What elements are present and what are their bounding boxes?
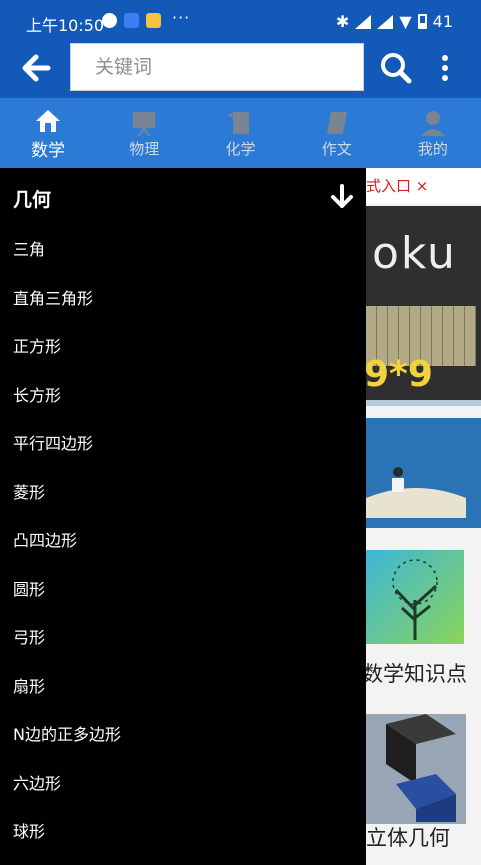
tab-label: 数学 bbox=[31, 140, 66, 161]
wifi-icon: ▼ bbox=[399, 12, 412, 31]
scroll-icon bbox=[323, 108, 351, 136]
tab-physics[interactable]: 物理 bbox=[96, 98, 192, 168]
solid-geometry-image[interactable] bbox=[366, 714, 466, 824]
category-tabs: 数学 物理 化学 作文 我的 bbox=[0, 98, 481, 168]
notice-banner[interactable]: 式入口 × bbox=[366, 168, 481, 204]
status-right: ✱ ▼ 41 bbox=[336, 12, 453, 31]
mail-notification-icon bbox=[124, 13, 139, 28]
card-title: oku bbox=[372, 228, 457, 279]
battery-icon bbox=[417, 14, 427, 29]
drawer-item[interactable]: 平行四边形 bbox=[0, 420, 366, 469]
category-drawer: 几何 三角 直角三角形 正方形 长方形 平行四边形 菱形 凸四边形 圆形 弓形 扇形 N边的正多边形… bbox=[0, 168, 366, 865]
tab-label: 作文 bbox=[321, 139, 352, 158]
math-tree-image[interactable] bbox=[366, 550, 464, 644]
main-content: 式入口 × oku 9*9 数学知识点 立体几何 bbox=[366, 168, 481, 865]
tab-essay[interactable]: 作文 bbox=[289, 98, 385, 168]
battery-level: 41 bbox=[432, 12, 453, 31]
drawer-item[interactable]: 正方形 bbox=[0, 323, 366, 372]
drawer-item[interactable]: 凸四边形 bbox=[0, 517, 366, 566]
card-subtitle: 9*9 bbox=[366, 354, 433, 395]
drawer-title: 几何 bbox=[13, 189, 52, 211]
search-field[interactable] bbox=[70, 43, 364, 91]
drawer-item[interactable]: 菱形 bbox=[0, 469, 366, 518]
more-notifications-icon: ··· bbox=[172, 8, 191, 27]
drawer-item[interactable]: 弓形 bbox=[0, 614, 366, 663]
signal-icon bbox=[355, 14, 372, 29]
drawer-item[interactable]: 圆形 bbox=[0, 566, 366, 615]
tab-chemistry[interactable]: 化学 bbox=[192, 98, 288, 168]
tab-math[interactable]: 数学 bbox=[0, 98, 96, 168]
drawer-item[interactable]: 直角三角形 bbox=[0, 275, 366, 324]
reading-card-image[interactable] bbox=[366, 418, 481, 528]
flask-icon bbox=[227, 108, 255, 136]
chat-notification-icon bbox=[146, 13, 161, 28]
card-divider bbox=[366, 400, 481, 406]
tab-mine[interactable]: 我的 bbox=[385, 98, 481, 168]
person-icon bbox=[419, 108, 447, 136]
search-header bbox=[0, 42, 481, 98]
house-icon bbox=[34, 106, 62, 134]
search-icon[interactable] bbox=[378, 50, 414, 86]
drawer-header[interactable]: 几何 bbox=[0, 168, 366, 226]
app-notification-icon bbox=[102, 13, 117, 28]
bluetooth-icon: ✱ bbox=[335, 12, 350, 31]
drawer-item[interactable]: N边的正多边形 bbox=[0, 711, 366, 760]
card-label: 立体几何 bbox=[366, 826, 450, 850]
tab-label: 我的 bbox=[417, 139, 448, 158]
drawer-item[interactable]: 三角 bbox=[0, 226, 366, 275]
status-bar: 上午10:50 ··· ✱ ▼ 41 bbox=[0, 0, 481, 42]
drawer-item[interactable]: 六边形 bbox=[0, 760, 366, 809]
search-input[interactable] bbox=[71, 44, 363, 90]
tree-illustration bbox=[392, 559, 438, 640]
drawer-item[interactable]: 扇形 bbox=[0, 663, 366, 712]
drawer-list: 三角 直角三角形 正方形 长方形 平行四边形 菱形 凸四边形 圆形 弓形 扇形 N边的正多边形 六边形… bbox=[0, 226, 366, 857]
back-arrow-icon[interactable] bbox=[18, 50, 54, 86]
drawer-item[interactable]: 长方形 bbox=[0, 372, 366, 421]
more-menu-icon[interactable] bbox=[433, 52, 457, 84]
card-label: 数学知识点 bbox=[366, 662, 467, 686]
signal-icon-2 bbox=[377, 14, 394, 29]
tab-label: 化学 bbox=[225, 139, 256, 158]
cube-illustration bbox=[386, 714, 456, 822]
tab-label: 物理 bbox=[129, 139, 160, 158]
status-time: 上午10:50 bbox=[26, 16, 105, 35]
drawer-item[interactable]: 球形 bbox=[0, 808, 366, 857]
projector-icon bbox=[130, 108, 158, 136]
book-illustration bbox=[366, 467, 466, 518]
sudoku-card[interactable]: oku 9*9 bbox=[366, 206, 481, 406]
arrow-down-icon[interactable] bbox=[330, 184, 354, 210]
